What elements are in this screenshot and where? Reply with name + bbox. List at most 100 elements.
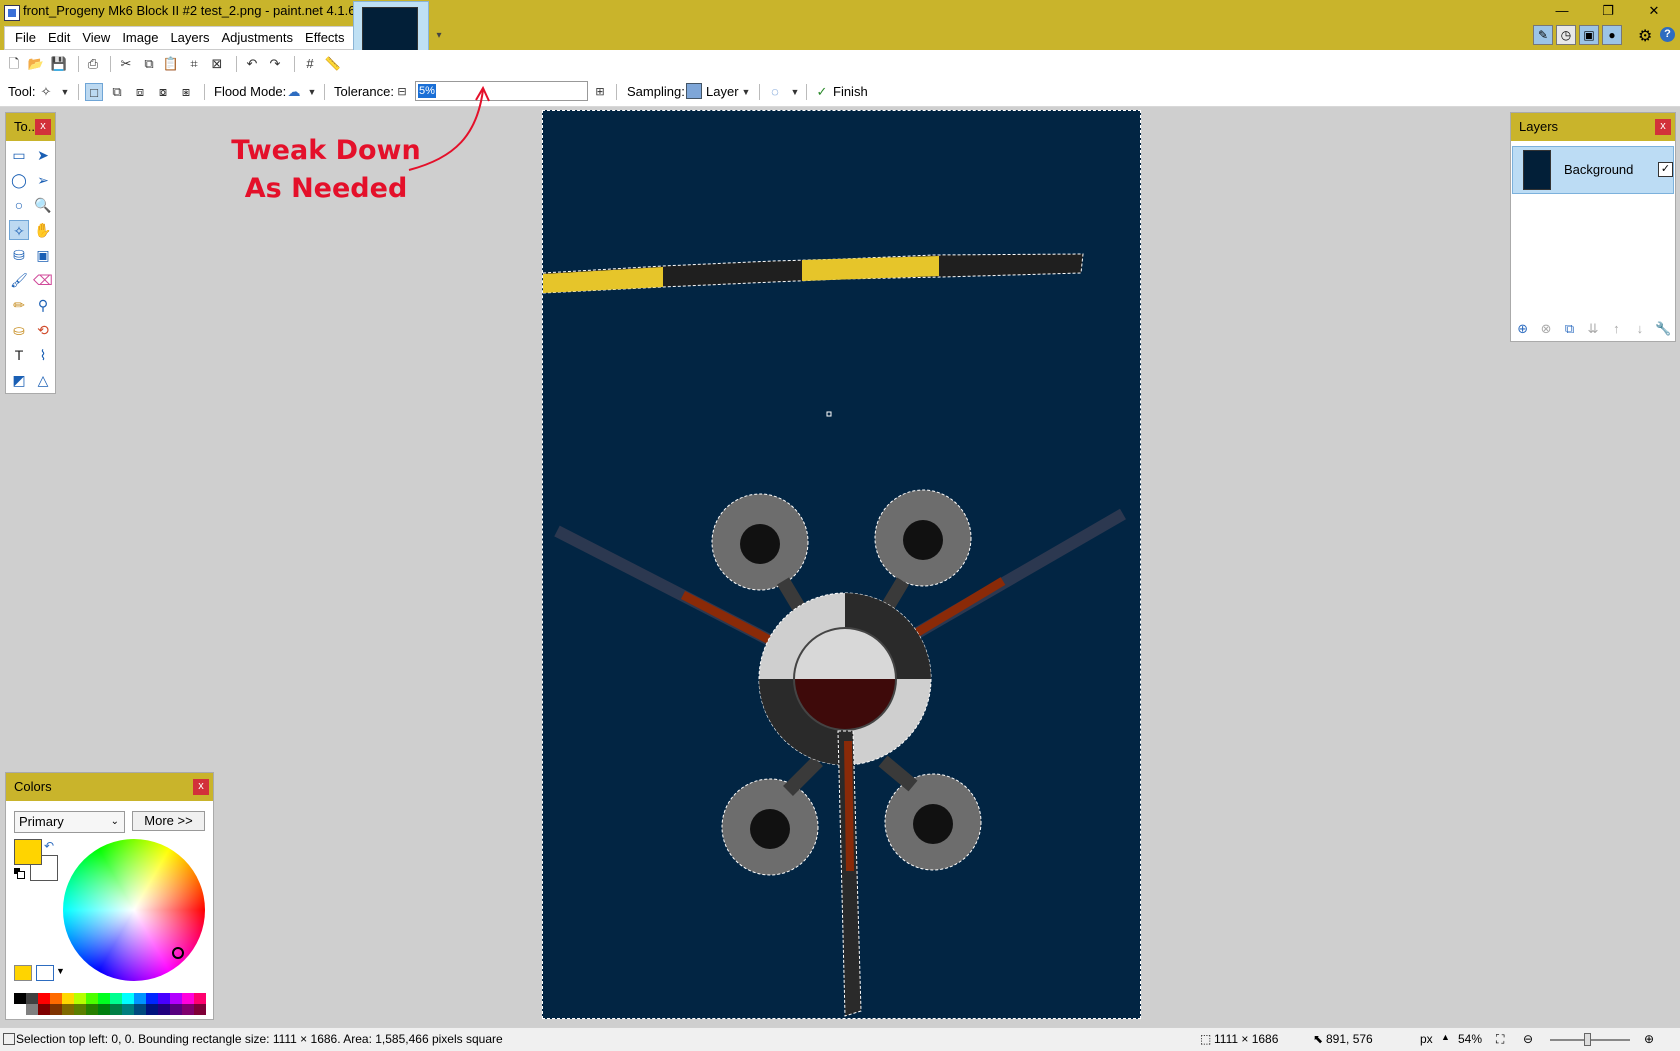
shapes-icon[interactable]: ◩	[9, 370, 29, 390]
move-layer-up-icon[interactable]: ↑	[1608, 321, 1624, 337]
menu-image[interactable]: Image	[116, 27, 164, 49]
magic-wand-icon[interactable]: ✧	[37, 83, 55, 101]
clone-stamp-icon[interactable]: ⛀	[9, 320, 29, 340]
palette-swatch[interactable]	[182, 1004, 194, 1015]
palette-swatch[interactable]	[14, 993, 26, 1004]
move-selection-icon[interactable]: ➢	[33, 170, 53, 190]
move-selected-icon[interactable]: ➤	[33, 145, 53, 165]
palette-swatch[interactable]	[146, 1004, 158, 1015]
close-icon[interactable]: x	[35, 119, 51, 135]
layers-window-icon[interactable]: ▣	[1579, 25, 1599, 45]
plus-icon[interactable]: ⊞	[591, 83, 609, 101]
palette-swatch[interactable]	[38, 1004, 50, 1015]
new-file-icon[interactable]: 🗋	[5, 55, 23, 73]
zoom-in-icon[interactable]: ⊕	[1644, 1032, 1654, 1046]
color-picker-icon[interactable]: ⚲	[33, 295, 53, 315]
ruler-icon[interactable]: 📏	[324, 55, 342, 73]
palette-swatch[interactable]	[74, 1004, 86, 1015]
palette-swatch[interactable]	[14, 1004, 26, 1015]
chevron-up-icon[interactable]: ▲	[1441, 1032, 1450, 1042]
reset-colors-icon[interactable]	[14, 868, 25, 879]
antialiasing-icon[interactable]: ◌	[766, 83, 784, 101]
menu-adjustments[interactable]: Adjustments	[215, 27, 299, 49]
palette-swatch[interactable]	[50, 993, 62, 1004]
palette-swatch[interactable]	[170, 1004, 182, 1015]
lasso-select-icon[interactable]: ◯	[9, 170, 29, 190]
layer-properties-icon[interactable]: 🔧	[1655, 321, 1671, 337]
gradient-icon[interactable]: ▣	[33, 245, 53, 265]
more-button[interactable]: More >>	[132, 811, 205, 831]
paint-bucket-icon[interactable]: ⛁	[9, 245, 29, 265]
undo-icon[interactable]: ↶	[243, 55, 261, 73]
layer-item-background[interactable]: Background ✓	[1512, 146, 1674, 194]
recolor-icon[interactable]: ⟲	[33, 320, 53, 340]
palette-swatch[interactable]	[26, 993, 38, 1004]
zoom-slider-thumb[interactable]	[1584, 1033, 1591, 1046]
eraser-icon[interactable]: ⌫	[33, 270, 53, 290]
selection-replace-icon[interactable]: □	[85, 83, 103, 101]
crop-icon[interactable]: ⌗	[185, 55, 203, 73]
redo-icon[interactable]: ↷	[266, 55, 284, 73]
duplicate-layer-icon[interactable]: ⧉	[1562, 321, 1578, 337]
zoom-out-icon[interactable]: ⊖	[1523, 1032, 1533, 1046]
ellipse-select-icon[interactable]: ○	[9, 195, 29, 215]
app-icon[interactable]	[4, 5, 20, 21]
palette-swatch[interactable]	[134, 993, 146, 1004]
zoom-value[interactable]: 54%	[1458, 1032, 1482, 1046]
palette-swatch[interactable]	[50, 1004, 62, 1015]
palette-swatch[interactable]	[146, 993, 158, 1004]
palette-swatch[interactable]	[134, 1004, 146, 1015]
flood-mode-icon[interactable]: ☁	[285, 83, 303, 101]
pan-icon[interactable]: ✋	[33, 220, 53, 240]
palette-swatch[interactable]	[26, 1004, 38, 1015]
menu-file[interactable]: File	[9, 27, 42, 49]
deselect-icon[interactable]: ⊠	[208, 55, 226, 73]
layer-sampling-icon[interactable]	[685, 83, 703, 101]
layers-panel-header[interactable]: Layers x	[1511, 113, 1675, 141]
delete-layer-icon[interactable]: ⊗	[1538, 321, 1554, 337]
units-select[interactable]: px	[1420, 1032, 1433, 1046]
chevron-down-icon[interactable]: ▾	[433, 30, 445, 42]
selection-union-icon[interactable]: ⧉	[108, 83, 126, 101]
palette-swatch[interactable]	[182, 993, 194, 1004]
move-layer-down-icon[interactable]: ↓	[1632, 321, 1648, 337]
rectangle-select-icon[interactable]: ▭	[9, 145, 29, 165]
tools-panel-header[interactable]: To... x	[6, 113, 55, 141]
gear-icon[interactable]: ⚙	[1638, 26, 1652, 46]
chevron-down-icon[interactable]: ▼	[737, 83, 755, 101]
text-icon[interactable]: T	[9, 345, 29, 365]
grid-icon[interactable]: #	[301, 55, 319, 73]
add-layer-icon[interactable]: ⊕	[1515, 321, 1531, 337]
help-icon[interactable]: ?	[1660, 27, 1675, 42]
palette-menu-icon[interactable]	[36, 965, 54, 981]
shape-dropdown-icon[interactable]: △	[33, 370, 53, 390]
palette-swatch[interactable]	[86, 1004, 98, 1015]
paste-icon[interactable]: 📋	[162, 55, 180, 73]
layer-visibility-checkbox[interactable]: ✓	[1658, 162, 1673, 177]
tools-window-icon[interactable]: ✎	[1533, 25, 1553, 45]
chevron-down-icon[interactable]: ▼	[303, 83, 321, 101]
sampling-value[interactable]: Layer	[706, 84, 739, 99]
save-icon[interactable]: 💾	[50, 55, 68, 73]
line-curve-icon[interactable]: ⌇	[33, 345, 53, 365]
palette-swatch[interactable]	[110, 1004, 122, 1015]
palette-swatch[interactable]	[158, 1004, 170, 1015]
palette-swatch[interactable]	[86, 993, 98, 1004]
primary-color-swatch[interactable]	[14, 839, 42, 865]
menu-effects[interactable]: Effects	[299, 27, 351, 49]
menu-edit[interactable]: Edit	[42, 27, 76, 49]
chevron-down-icon[interactable]: ▼	[56, 83, 74, 101]
close-button[interactable]: ✕	[1631, 0, 1677, 22]
paintbrush-icon[interactable]: 🖌	[9, 270, 29, 290]
open-file-icon[interactable]: 📂	[27, 55, 45, 73]
palette-swatch[interactable]	[170, 993, 182, 1004]
close-icon[interactable]: x	[193, 779, 209, 795]
color-wheel-marker[interactable]	[172, 947, 184, 959]
checkmark-icon[interactable]: ✓	[813, 83, 831, 101]
copy-icon[interactable]: ⧉	[140, 55, 158, 73]
add-to-palette-icon[interactable]	[14, 965, 32, 981]
colors-panel-header[interactable]: Colors x	[6, 773, 213, 801]
history-window-icon[interactable]: ◷	[1556, 25, 1576, 45]
magic-wand-icon[interactable]: ✧	[9, 220, 29, 240]
palette-swatch[interactable]	[98, 993, 110, 1004]
